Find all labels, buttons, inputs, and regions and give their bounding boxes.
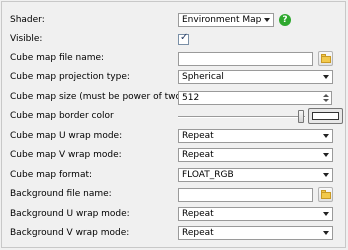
border-color-slider-thumb[interactable]	[298, 110, 304, 123]
folder-icon	[321, 56, 331, 63]
bg-u-wrap-select-value: Repeat	[182, 209, 214, 219]
check-icon: ✓	[180, 32, 189, 43]
u-wrap-select-value: Repeat	[182, 131, 214, 141]
cube-map-browse-button[interactable]	[318, 51, 333, 66]
shader-select[interactable]: Environment Map	[178, 13, 274, 27]
shader-properties-panel: Shader: Environment Map ? Visible: ✓ Cub…	[1, 1, 346, 248]
projection-select-value: Spherical	[182, 72, 224, 82]
cube-map-file-label: Cube map file name:	[10, 53, 105, 63]
border-color-slider-track[interactable]	[178, 116, 305, 118]
chevron-down-icon	[323, 153, 329, 157]
size-label: Cube map size (must be power of two):	[10, 92, 188, 102]
v-wrap-select[interactable]: Repeat	[178, 148, 333, 162]
shader-label: Shader:	[10, 15, 45, 25]
chevron-down-icon	[323, 134, 329, 138]
bg-u-wrap-select[interactable]: Repeat	[178, 207, 333, 221]
size-spinbox[interactable]: 512	[178, 91, 332, 105]
format-select-value: FLOAT_RGB	[182, 170, 234, 180]
v-wrap-label: Cube map V wrap mode:	[10, 150, 122, 160]
format-label: Cube map format:	[10, 170, 93, 180]
format-select[interactable]: FLOAT_RGB	[178, 168, 333, 182]
color-swatch	[312, 112, 339, 120]
cube-map-file-input[interactable]	[178, 52, 313, 66]
projection-select[interactable]: Spherical	[178, 70, 333, 84]
visible-label: Visible:	[10, 34, 43, 44]
chevron-down-icon	[323, 173, 329, 177]
v-wrap-select-value: Repeat	[182, 150, 214, 160]
bg-file-input[interactable]	[178, 188, 313, 202]
folder-icon	[321, 192, 331, 199]
chevron-down-icon	[323, 75, 329, 79]
bg-file-label: Background file name:	[10, 189, 112, 199]
bg-v-wrap-select-value: Repeat	[182, 228, 214, 238]
chevron-down-icon	[323, 212, 329, 216]
bg-u-wrap-label: Background U wrap mode:	[10, 209, 130, 219]
help-icon[interactable]: ?	[279, 14, 291, 26]
bg-v-wrap-label: Background V wrap mode:	[10, 228, 130, 238]
u-wrap-label: Cube map U wrap mode:	[10, 131, 123, 141]
projection-label: Cube map projection type:	[10, 72, 130, 82]
size-value: 512	[182, 93, 200, 103]
chevron-down-icon	[264, 18, 270, 22]
spin-down-icon[interactable]	[323, 99, 329, 102]
border-color-label: Cube map border color	[10, 111, 114, 121]
visible-checkbox[interactable]: ✓	[178, 32, 189, 45]
u-wrap-select[interactable]: Repeat	[178, 129, 333, 143]
shader-select-value: Environment Map	[182, 15, 262, 25]
bg-v-wrap-select[interactable]: Repeat	[178, 226, 333, 240]
spin-up-icon[interactable]	[323, 94, 329, 97]
chevron-down-icon	[323, 231, 329, 235]
bg-browse-button[interactable]	[318, 187, 333, 202]
border-color-button[interactable]	[308, 108, 343, 124]
